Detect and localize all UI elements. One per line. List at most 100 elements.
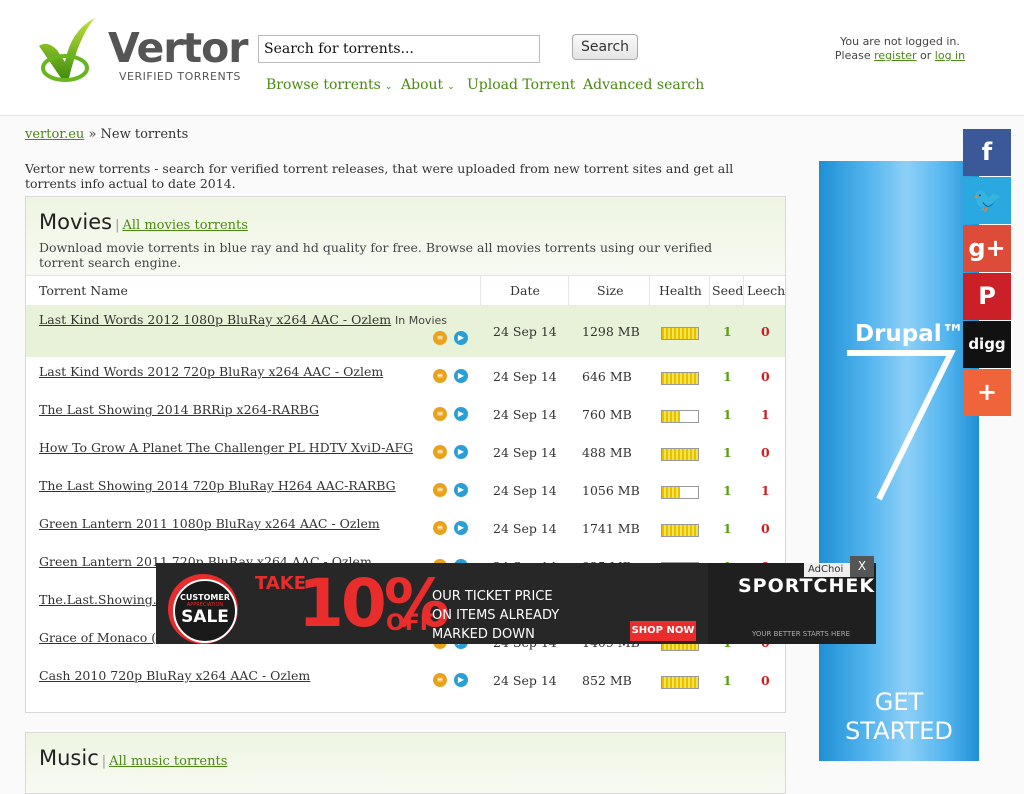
col-divider (480, 276, 481, 305)
chevron-down-icon: ⌄ (447, 82, 455, 92)
facebook-share-button[interactable]: f (963, 129, 1011, 176)
all-movies-link[interactable]: All movies torrents (122, 218, 247, 233)
login-link[interactable]: log in (935, 49, 965, 62)
torrent-name-link[interactable]: Cash 2010 720p BluRay x264 AAC - Ozlem (39, 668, 310, 683)
col-date[interactable]: Date (510, 283, 540, 298)
search-input[interactable] (258, 35, 540, 63)
torrent-name-link[interactable]: The Last Showing 2014 720p BluRay H264 A… (39, 478, 396, 493)
badge-line-1: CUSTOMER (180, 593, 230, 602)
details-icon[interactable]: ≡ (433, 369, 447, 383)
twitter-share-button[interactable]: 🐦 (963, 177, 1011, 224)
cta-line-2: STARTED (845, 717, 953, 745)
ad-off: OFF (386, 611, 435, 636)
health-bar-fill (662, 525, 698, 536)
table-row[interactable]: Green Lantern 2011 1080p BluRay x264 AAC… (26, 509, 785, 547)
details-icon[interactable]: ≡ (433, 407, 447, 421)
page-intro: Vertor new torrents - search for verifie… (25, 161, 734, 191)
logo-wordmark[interactable]: Vertor (108, 24, 249, 72)
login-or: or (920, 49, 932, 62)
torrent-name-link[interactable]: Last Kind Words 2012 1080p BluRay x264 A… (39, 312, 391, 327)
details-icon[interactable]: ≡ (433, 445, 447, 459)
breadcrumb-home[interactable]: vertor.eu (25, 127, 84, 142)
magnet-icon[interactable]: ▶ (454, 483, 468, 497)
sale-badge: CUSTOMER APPRECIATION SALE (173, 579, 237, 643)
logo-tagline: VERIFIED TORRENTS (119, 70, 241, 83)
nav-advanced-search[interactable]: Advanced search (583, 77, 704, 93)
nav-about[interactable]: About ⌄ (401, 77, 455, 93)
sportchek-logo: SPORTCHEK (738, 575, 876, 597)
close-ad-button[interactable]: X (850, 556, 874, 577)
details-icon[interactable]: ≡ (433, 673, 447, 687)
torrent-size: 760 MB (582, 407, 632, 422)
register-link[interactable]: register (874, 49, 916, 62)
adchoices-badge[interactable]: AdChoi (804, 563, 854, 577)
health-bar-fill (662, 328, 698, 339)
torrent-name-link[interactable]: The Last Showing 2014 BRRip x264-RARBG (39, 402, 319, 417)
drupal-side-ad[interactable]: Drupal™ GET STARTED (819, 161, 979, 761)
torrent-name-link[interactable]: Green Lantern 2011 1080p BluRay x264 AAC… (39, 516, 380, 531)
get-started-cta[interactable]: GET STARTED (819, 688, 979, 746)
seed-count: 1 (723, 673, 732, 688)
music-heading: Music (39, 746, 99, 770)
digg-share-icon: digg (968, 335, 1006, 353)
search-button[interactable]: Search (572, 34, 638, 60)
googleplus-share-button[interactable]: g+ (963, 225, 1011, 272)
torrent-name-link[interactable]: Last Kind Words 2012 720p BluRay x264 AA… (39, 364, 383, 379)
magnet-icon[interactable]: ▶ (454, 521, 468, 535)
movies-description: Download movie torrents in blue ray and … (39, 240, 713, 270)
col-name[interactable]: Torrent Name (39, 283, 128, 298)
health-bar (661, 448, 699, 461)
health-bar-fill (662, 677, 698, 688)
more-share-button[interactable]: + (963, 369, 1011, 416)
table-row[interactable]: Last Kind Words 2012 1080p BluRay x264 A… (26, 305, 785, 357)
title-divider: | (101, 754, 107, 769)
shop-now-button[interactable]: SHOP NOW (630, 621, 696, 641)
table-row[interactable]: The Last Showing 2014 BRRip x264-RARBG ≡ ▶… (26, 395, 785, 433)
details-icon[interactable]: ≡ (433, 521, 447, 535)
health-bar (661, 676, 699, 689)
vertor-logo-icon[interactable] (37, 16, 97, 84)
magnet-icon[interactable]: ▶ (454, 369, 468, 383)
title-divider: | (115, 218, 120, 233)
magnet-icon[interactable]: ▶ (454, 331, 468, 345)
col-health[interactable]: Health (659, 283, 702, 298)
magnet-icon[interactable]: ▶ (454, 407, 468, 421)
digg-share-button[interactable]: digg (963, 321, 1011, 368)
leech-count: 0 (761, 673, 770, 688)
col-divider (649, 276, 650, 305)
table-row[interactable]: Cash 2010 720p BluRay x264 AAC - Ozlem ≡ ▶… (26, 661, 785, 699)
col-seed[interactable]: Seed (712, 283, 743, 298)
category-label: In Movies (395, 314, 447, 327)
leech-count: 0 (761, 445, 770, 460)
ad-copy-line: ON ITEMS ALREADY (432, 608, 560, 623)
nav-label: About (401, 77, 444, 93)
pinterest-share-button[interactable]: P (963, 273, 1011, 320)
magnet-icon[interactable]: ▶ (454, 673, 468, 687)
leech-count: 0 (761, 324, 770, 339)
col-divider (743, 276, 744, 305)
nav-upload-torrent[interactable]: Upload Torrent (467, 77, 575, 93)
pinterest-share-icon: P (978, 282, 996, 310)
movies-panel-header: Movies | All movies torrents Download movi… (26, 197, 785, 276)
table-row[interactable]: How To Grow A Planet The Challenger PL H… (26, 433, 785, 471)
torrent-date: 24 Sep 14 (493, 521, 557, 536)
magnet-icon[interactable]: ▶ (454, 445, 468, 459)
table-row[interactable]: Last Kind Words 2012 720p BluRay x264 AA… (26, 357, 785, 395)
facebook-share-icon: f (981, 138, 993, 166)
all-music-link[interactable]: All music torrents (109, 754, 227, 769)
seed-count: 1 (723, 483, 732, 498)
torrent-size: 1056 MB (582, 483, 640, 498)
col-leech[interactable]: Leech (747, 283, 785, 298)
details-icon[interactable]: ≡ (433, 331, 447, 345)
details-icon[interactable]: ≡ (433, 483, 447, 497)
nav-browse-torrents[interactable]: Browse torrents ⌄ (266, 77, 392, 93)
table-row[interactable]: The Last Showing 2014 720p BluRay H264 A… (26, 471, 785, 509)
col-divider (568, 276, 569, 305)
sportchek-overlay-ad[interactable]: CUSTOMER APPRECIATION SALE TAKE 10% OFF … (156, 563, 876, 644)
col-size[interactable]: Size (597, 283, 624, 298)
login-please: Please (834, 49, 871, 62)
torrent-name-link[interactable]: How To Grow A Planet The Challenger PL H… (39, 440, 413, 455)
leech-count: 0 (761, 369, 770, 384)
col-divider (709, 276, 710, 305)
drupal-seven-graphic (847, 350, 956, 501)
